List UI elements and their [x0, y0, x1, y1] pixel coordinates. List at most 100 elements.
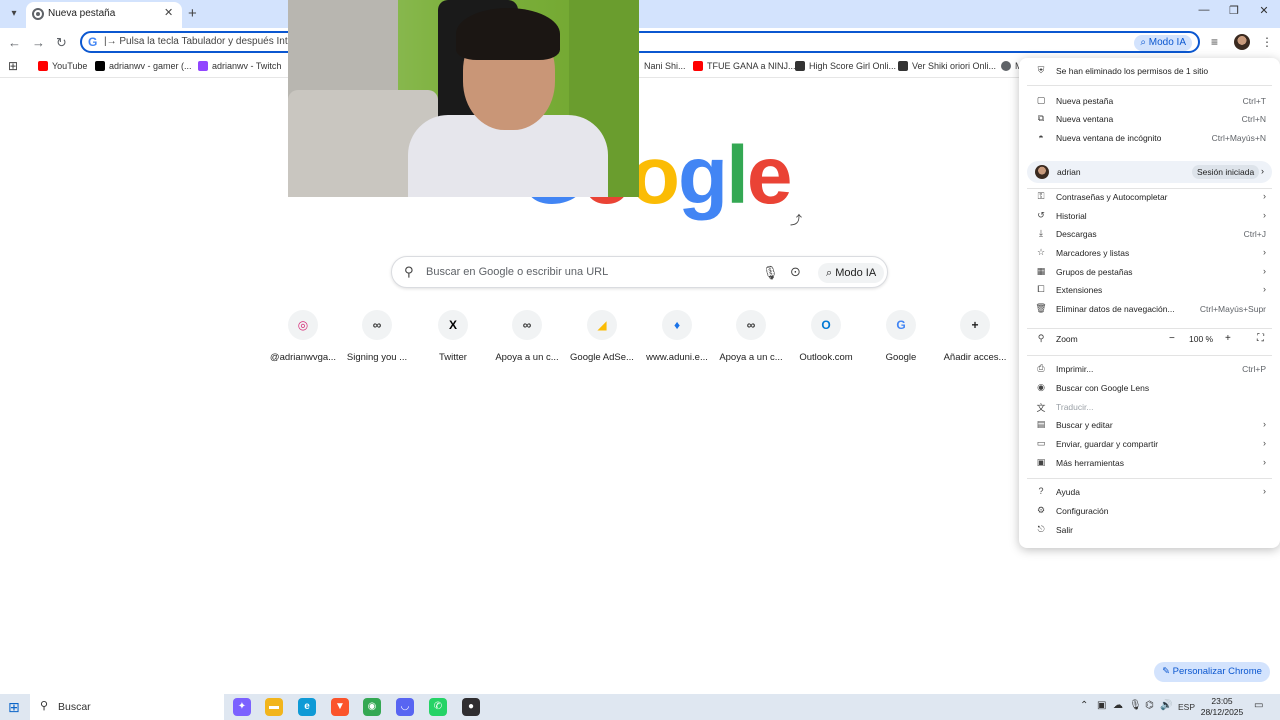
profile-row[interactable]: adrian Sesión iniciada › — [1027, 161, 1272, 183]
shortcut-tile[interactable]: ◎ @adrianwvga... — [266, 310, 340, 370]
menu-item[interactable]: ⎋ Salir — [1019, 521, 1280, 539]
shortcut-tile[interactable]: ♦ www.aduni.e... — [640, 310, 714, 370]
shortcut-tile[interactable]: G Google — [864, 310, 938, 370]
tray-icon[interactable]: ▣ — [1097, 700, 1106, 711]
shortcut-tile[interactable]: X Twitter — [416, 310, 490, 370]
bookmark-youtube[interactable]: YouTube — [38, 61, 87, 71]
chevron-up-icon[interactable]: ⌃ — [1080, 700, 1088, 711]
shortcut-tile[interactable]: ∞ Apoya a un c... — [714, 310, 788, 370]
chrome-app-icon[interactable]: ◉ — [363, 698, 381, 716]
media-controls-icon[interactable]: ≡ — [1211, 35, 1218, 49]
bookmark-x[interactable]: adrianwv - gamer (... — [95, 61, 192, 71]
menu-item[interactable]: ▤ Buscar y editar › — [1019, 416, 1280, 434]
shortcut-tile[interactable]: + Añadir acces... — [938, 310, 1012, 370]
share-icon[interactable]: ⤴ — [787, 211, 805, 229]
shortcut-icon: ◢ — [587, 310, 617, 340]
microphone-icon[interactable]: 🎙 — [1129, 700, 1142, 711]
shortcut-tile[interactable]: ∞ Apoya a un c... — [490, 310, 564, 370]
minimize-button[interactable]: — — [1194, 4, 1214, 16]
forward-arrow-icon[interactable]: → — [32, 35, 45, 50]
zoom-out-button[interactable]: − — [1169, 333, 1175, 344]
menu-item[interactable]: 🗑 Eliminar datos de navegación... Ctrl+May… — [1019, 300, 1280, 318]
obs-app-icon[interactable]: ● — [462, 698, 480, 716]
menu-item[interactable]: ⚙ Configuración — [1019, 502, 1280, 520]
menu-item[interactable]: ⚿ Contraseñas y Autocompletar › — [1019, 188, 1280, 206]
site-icon — [898, 61, 908, 71]
menu-item-icon: 🗑 — [1035, 303, 1047, 313]
edge-app-icon[interactable]: e — [298, 698, 316, 716]
bookmark-nani[interactable]: Nani Shi... — [644, 61, 686, 71]
omnibox-ai-mode-button[interactable]: ⌕ Modo IA — [1134, 35, 1192, 51]
explorer-app-icon[interactable]: ▬ — [265, 698, 283, 716]
bookmark-label: YouTube — [52, 61, 88, 71]
menu-item[interactable]: ⎙ Imprimir... Ctrl+P — [1019, 360, 1280, 378]
menu-item-label: Grupos de pestañas — [1056, 267, 1133, 277]
menu-item[interactable]: ◉ Buscar con Google Lens — [1019, 379, 1280, 397]
menu-item[interactable]: ? Ayuda › — [1019, 483, 1280, 501]
bookmark-high-score[interactable]: High Score Girl Onli... — [795, 61, 896, 71]
menu-item[interactable]: ▭ Enviar, guardar y compartir › — [1019, 435, 1280, 453]
customize-chrome-button[interactable]: ✎ Personalizar Chrome — [1154, 662, 1270, 682]
menu-item-label: Salir — [1056, 525, 1074, 535]
tab-nueva-pestana[interactable]: Nueva pestaña ✕ — [26, 2, 182, 28]
back-arrow-icon[interactable]: ← — [8, 35, 21, 50]
taskbar-search[interactable]: ⚲ Buscar — [30, 694, 224, 720]
shortcut-label: Apoya a un c... — [719, 352, 783, 363]
tab-close-icon[interactable]: ✕ — [164, 6, 173, 19]
menu-item[interactable]: ⤓ Descargas Ctrl+J — [1019, 225, 1280, 243]
ai-mode-button[interactable]: ⌕ Modo IA — [818, 263, 885, 283]
menu-item[interactable]: ◓ Nueva ventana de incógnito Ctrl+Mayús+N — [1019, 129, 1280, 147]
tab-search-chevron-icon[interactable]: ▾ — [6, 6, 22, 22]
new-tab-button[interactable]: + — [188, 5, 197, 22]
volume-icon[interactable]: 🔊 — [1160, 700, 1172, 711]
discord-app-icon[interactable]: ◡ — [396, 698, 414, 716]
menu-kebab-icon[interactable]: ⋮ — [1261, 35, 1273, 49]
zoom-in-button[interactable]: + — [1225, 333, 1231, 344]
menu-item-icon: ☆ — [1036, 247, 1046, 257]
close-window-button[interactable]: ✕ — [1254, 4, 1274, 17]
windows-start-icon[interactable]: ⊞ — [8, 699, 20, 716]
menu-item-icon: ◓ — [1038, 132, 1044, 142]
whatsapp-app-icon[interactable]: ✆ — [429, 698, 447, 716]
bookmark-tfue[interactable]: TFUE GANA a NINJ... — [693, 61, 796, 71]
shortcut-label: Google AdSe... — [570, 352, 634, 363]
onedrive-icon[interactable]: ☁ — [1113, 700, 1123, 711]
shortcut-tile[interactable]: O Outlook.com — [789, 310, 863, 370]
shortcut-tile[interactable]: ∞ Signing you ... — [340, 310, 414, 370]
shortcut-icon: + — [960, 310, 990, 340]
profile-avatar[interactable] — [1234, 34, 1250, 50]
menu-item-icon: ▢ — [1036, 95, 1046, 105]
language-indicator[interactable]: ESP — [1178, 702, 1195, 712]
google-search-box[interactable]: ⚲ Buscar en Google o escribir una URL 🎙 … — [391, 256, 888, 288]
menu-item[interactable]: 文 Traducir... — [1019, 398, 1280, 416]
menu-item[interactable]: ▣ Más herramientas › — [1019, 454, 1280, 472]
reload-icon[interactable]: ↻ — [56, 35, 67, 51]
clock[interactable]: 23:05 28/12/2025 — [1196, 696, 1248, 718]
brave-app-icon[interactable]: ▼ — [331, 698, 349, 716]
maximize-button[interactable]: ❐ — [1224, 4, 1244, 17]
menu-item-icon: ⚿ — [1037, 191, 1045, 201]
omnibox[interactable]: G |→ Pulsa la tecla Tabulador y después … — [80, 31, 1200, 53]
network-icon[interactable]: ⌬ — [1145, 700, 1154, 711]
menu-item[interactable]: ⧠ Extensiones › — [1019, 281, 1280, 299]
menu-item[interactable]: ↺ Historial › — [1019, 207, 1280, 225]
menu-item[interactable]: ▦ Grupos de pestañas › — [1019, 263, 1280, 281]
bookmark-shiki[interactable]: Ver Shiki oriori Onli... — [898, 61, 996, 71]
menu-item[interactable]: ⧉ Nueva ventana Ctrl+N — [1019, 110, 1280, 128]
copilot-app-icon[interactable]: ✦ — [233, 698, 251, 716]
menu-item[interactable]: ☆ Marcadores y listas › — [1019, 244, 1280, 262]
search-placeholder[interactable]: Buscar en Google o escribir una URL — [426, 266, 608, 278]
notifications-icon[interactable]: ▭ — [1254, 700, 1263, 711]
google-lens-icon[interactable]: ⊙ — [790, 264, 801, 280]
permissions-notice[interactable]: ⛨ Se han eliminado los permisos de 1 sit… — [1019, 62, 1280, 80]
apps-grid-icon[interactable]: ⊞ — [8, 59, 18, 73]
bookmark-twitch[interactable]: adrianwv - Twitch — [198, 61, 281, 71]
omnibox-text[interactable]: |→ Pulsa la tecla Tabulador y después In… — [104, 36, 310, 47]
menu-item-label: Imprimir... — [1056, 364, 1094, 374]
menu-item[interactable]: ▢ Nueva pestaña Ctrl+T — [1019, 92, 1280, 110]
shortcut-label: @adrianwvga... — [269, 352, 337, 363]
fullscreen-icon[interactable]: ⛶ — [1257, 333, 1264, 344]
shortcut-tile[interactable]: ◢ Google AdSe... — [565, 310, 639, 370]
microphone-icon[interactable]: 🎙 — [762, 265, 779, 281]
logo-letter: l — [726, 130, 749, 221]
